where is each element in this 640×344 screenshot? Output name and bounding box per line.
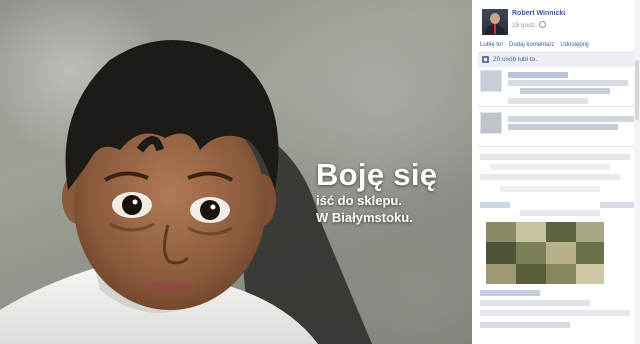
post-sidebar: Robert Winnicki 15 godz. Lubię to! · Dodaj… xyxy=(472,0,640,344)
comment-link[interactable]: Dodaj komentarz xyxy=(509,42,554,48)
post-timestamp[interactable]: 15 godz. xyxy=(512,21,546,29)
scroll-thumb[interactable] xyxy=(635,60,639,120)
comment-avatar xyxy=(480,70,502,92)
comment-avatar xyxy=(480,112,502,134)
timestamp-text: 15 godz. xyxy=(512,22,537,29)
likes-count-link[interactable]: 20 osób lubi to. xyxy=(493,56,537,63)
post-photo[interactable]: Boję się iść do sklepu. W Białymstoku. xyxy=(0,0,472,344)
post-actions: Lubię to! · Dodaj komentarz · Udostępnij xyxy=(480,42,589,48)
like-link[interactable]: Lubię to! xyxy=(480,42,503,48)
share-link[interactable]: Udostępnij xyxy=(560,42,588,48)
caption-line-3: W Białymstoku. xyxy=(316,210,413,225)
likes-summary: 20 osób lubi to. xyxy=(478,52,640,67)
sidebar-scrollbar[interactable] xyxy=(634,0,640,344)
author-name[interactable]: Robert Winnicki xyxy=(512,10,565,17)
author-avatar[interactable] xyxy=(482,9,508,35)
globe-icon xyxy=(538,21,546,28)
photo-caption: Boję się iść do sklepu. W Białymstoku. xyxy=(316,158,437,226)
caption-headline: Boję się xyxy=(316,157,438,192)
comment-divider xyxy=(478,106,640,107)
caption-line-2: iść do sklepu. xyxy=(316,193,402,208)
like-icon xyxy=(482,56,489,63)
comment-divider xyxy=(478,146,640,147)
pixelated-image xyxy=(486,222,604,284)
